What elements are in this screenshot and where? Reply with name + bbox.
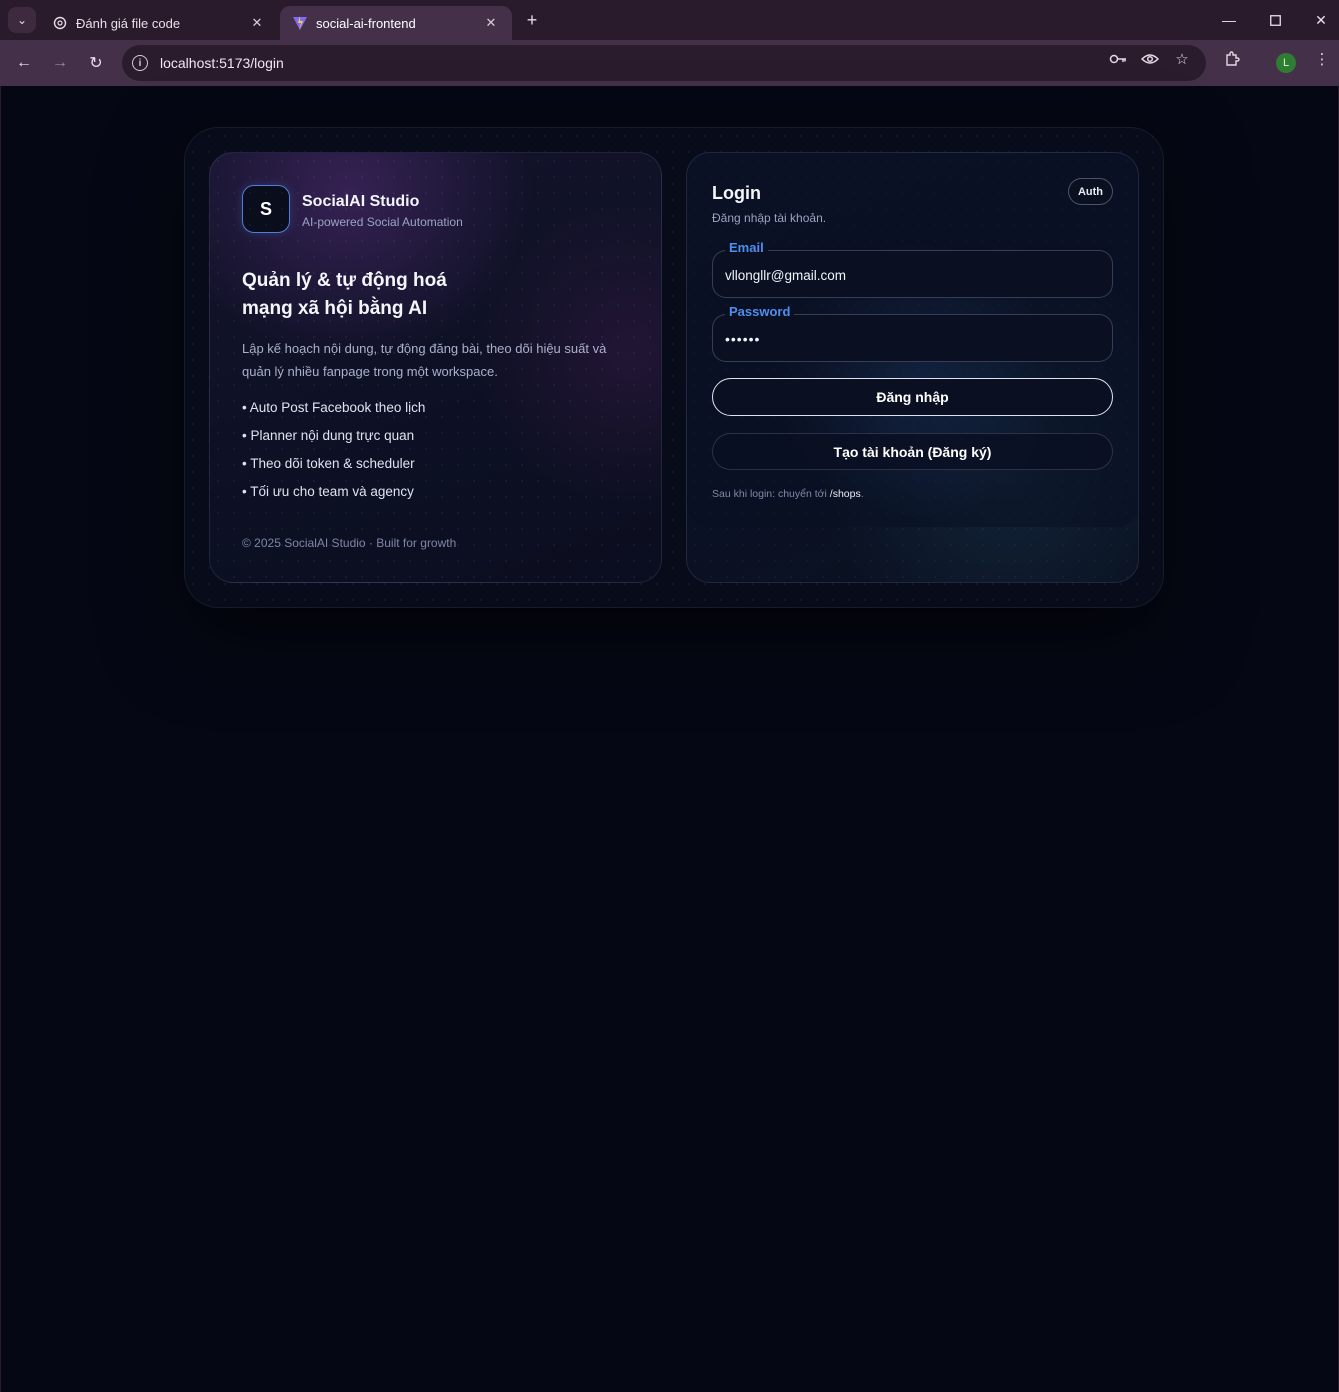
brand-tagline: AI-powered Social Automation: [302, 215, 463, 229]
redirect-note: Sau khi login: chuyển tới /shops.: [712, 488, 864, 500]
forward-arrow-icon[interactable]: →: [48, 51, 72, 75]
auth-badge: Auth: [1068, 178, 1113, 205]
login-submit-button[interactable]: Đăng nhập: [712, 378, 1113, 416]
site-info-icon[interactable]: i: [132, 55, 148, 71]
reload-icon[interactable]: ↻: [84, 51, 108, 75]
feature-item: • Planner nội dung trực quan: [242, 428, 415, 443]
url-text: localhost:5173/login: [160, 55, 284, 71]
login-subtitle: Đăng nhập tài khoản.: [712, 211, 827, 225]
minimize-icon[interactable]: —: [1214, 8, 1244, 32]
hero-title: Quản lý & tự động hoá mạng xã hội bằng A…: [242, 267, 542, 323]
hero-description: Lập kế hoạch nội dung, tự động đăng bài,…: [242, 341, 607, 379]
key-icon[interactable]: [1108, 49, 1128, 69]
browser-tab-strip: ⌄ Đánh giá file code ✕ social-ai-fronten…: [0, 0, 1339, 40]
extensions-icon[interactable]: [1222, 49, 1242, 69]
tab-label: social-ai-frontend: [316, 15, 416, 31]
password-field: Password: [712, 304, 1113, 362]
bookmark-star-icon[interactable]: ☆: [1172, 49, 1192, 69]
email-field: Email: [712, 240, 1113, 298]
email-input[interactable]: [725, 265, 1095, 285]
auth-shell: S SocialAI Studio AI-powered Social Auto…: [184, 127, 1164, 608]
profile-avatar[interactable]: L: [1276, 53, 1296, 73]
tab-label: Đánh giá file code: [76, 15, 181, 31]
chevron-down-icon: ⌄: [16, 13, 28, 27]
hero-title-line-1: Quản lý & tự động hoá: [242, 270, 447, 291]
redirect-suffix: .: [860, 488, 864, 500]
new-tab-button[interactable]: +: [522, 10, 542, 30]
back-arrow-icon[interactable]: ←: [12, 51, 36, 75]
tab-search-button[interactable]: ⌄: [8, 7, 36, 33]
register-button[interactable]: Tạo tài khoản (Đăng ký): [712, 433, 1113, 470]
page-viewport: S SocialAI Studio AI-powered Social Auto…: [0, 86, 1339, 1392]
feature-item: • Tối ưu cho team và agency: [242, 484, 414, 499]
login-panel: Login Đăng nhập tài khoản. Auth Email Pa…: [686, 152, 1139, 583]
browser-toolbar: ← → ↻ i localhost:5173/login ☆ L ⋮: [0, 40, 1339, 86]
browser-tab-danh-gia[interactable]: Đánh giá file code ✕: [40, 6, 278, 40]
marketing-panel: S SocialAI Studio AI-powered Social Auto…: [209, 152, 662, 583]
feature-list: • Auto Post Facebook theo lịch • Planner…: [242, 398, 425, 510]
feature-item: • Theo dõi token & scheduler: [242, 456, 415, 471]
redirect-path: /shops: [829, 488, 861, 500]
close-icon[interactable]: ✕: [482, 14, 500, 32]
password-input[interactable]: [725, 329, 1095, 349]
close-icon[interactable]: ✕: [248, 14, 266, 32]
redirect-prefix: Sau khi login: chuyển tới: [712, 488, 827, 500]
address-bar[interactable]: i localhost:5173/login: [122, 45, 1206, 81]
feature-item: • Auto Post Facebook theo lịch: [242, 400, 426, 415]
email-label: Email: [725, 240, 768, 255]
more-menu-icon[interactable]: ⋮: [1312, 49, 1332, 69]
window-close-icon[interactable]: ✕: [1306, 8, 1336, 32]
vite-icon: [292, 15, 308, 31]
maximize-icon[interactable]: [1260, 8, 1290, 32]
brand-logo: S: [242, 185, 290, 233]
openai-icon: [52, 15, 68, 31]
hero-title-line-2: mạng xã hội bằng AI: [242, 298, 428, 319]
login-title: Login: [712, 183, 761, 203]
password-label: Password: [725, 304, 795, 319]
login-form: Login Đăng nhập tài khoản. Auth Email Pa…: [687, 153, 1138, 527]
copyright-footer: © 2025 SocialAI Studio · Built for growt…: [242, 536, 457, 550]
brand-name: SocialAI Studio: [302, 193, 420, 210]
eye-icon[interactable]: [1140, 49, 1160, 69]
browser-tab-social-ai[interactable]: social-ai-frontend ✕: [280, 6, 512, 40]
